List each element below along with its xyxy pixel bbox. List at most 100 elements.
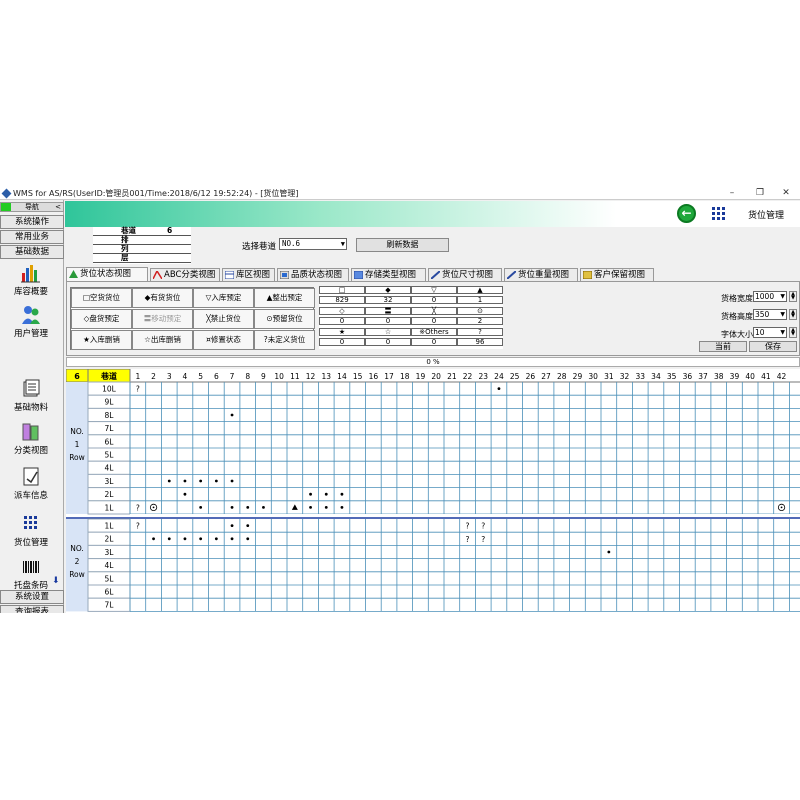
dispatch-icon	[20, 467, 42, 487]
font-size-spinner[interactable]: ▲ ▼	[789, 327, 797, 338]
grid-menu-icon[interactable]	[712, 207, 726, 221]
quality-icon	[279, 270, 290, 280]
grid-column-label: 19	[416, 372, 426, 381]
grid-level-label: 4L	[105, 561, 115, 570]
tab-customer-reserve[interactable]: 客户保留视图	[580, 268, 654, 281]
grid-level-label: 3L	[105, 548, 115, 557]
grid-level-label: 1L	[105, 503, 115, 512]
nav-header: 导航 <	[0, 202, 64, 212]
count-symbol: ★	[319, 328, 365, 336]
grid-column-label: 12	[306, 372, 316, 381]
lane-select-value: NO.6	[282, 239, 301, 248]
close-button[interactable]: ✕	[772, 187, 800, 200]
count-value: 0	[365, 317, 411, 325]
cell-height-select[interactable]: 350 ▼	[753, 309, 787, 320]
location-mark-occupied	[199, 506, 203, 509]
tab-weight[interactable]: 货位重量视图	[504, 268, 578, 281]
nav-collapse-button[interactable]: <	[55, 203, 61, 212]
cell-width-label: 货格宽度	[721, 294, 753, 303]
count-symbol: ☆	[365, 328, 411, 336]
grid-column-label: 36	[683, 372, 693, 381]
grid-level-label: 9L	[105, 398, 115, 407]
grid-column-label: 7	[230, 372, 235, 381]
location-mark-undefined: ?	[136, 503, 140, 512]
lane-select-label: 选择巷道	[242, 242, 277, 252]
count-value: 32	[365, 296, 411, 304]
refresh-button[interactable]: 刷新数据	[356, 238, 449, 252]
count-symbol: ※Others	[411, 328, 457, 336]
location-mark-occupied	[183, 537, 187, 541]
legend-undefined: ?未定义货位	[254, 330, 315, 350]
nav-scroll-down-icon[interactable]: ⬇	[52, 576, 60, 586]
location-mark-outbound	[291, 504, 298, 510]
recycle-icon	[69, 270, 78, 278]
barcode-icon	[20, 557, 42, 577]
nav-system-ops[interactable]: 系统操作	[0, 215, 64, 229]
tab-storage-type[interactable]: 存储类型视图	[351, 268, 426, 281]
info-row: 排	[93, 236, 191, 245]
location-mark-occupied	[230, 413, 234, 417]
back-arrow-icon[interactable]: ←	[677, 204, 696, 223]
count-symbol: □	[319, 286, 365, 294]
location-mark-occupied	[183, 479, 187, 483]
save-button[interactable]: 保存	[749, 341, 797, 352]
sidebar-item-users[interactable]: 用户管理	[8, 305, 54, 339]
sidebar-item-capacity[interactable]: 库容概要	[8, 263, 54, 297]
tab-quality[interactable]: 品质状态视图	[277, 268, 349, 281]
tab-size[interactable]: 货位尺寸视图	[428, 268, 502, 281]
grid-level-label: 10L	[102, 385, 117, 394]
lane-select[interactable]: NO.6 ▼	[279, 238, 347, 250]
grid-column-label: 22	[463, 372, 473, 381]
grid-level-label: 3L	[105, 477, 115, 486]
current-button[interactable]: 当前	[699, 341, 747, 352]
nav-system-settings[interactable]: 系统设置	[0, 590, 64, 604]
nav-base-data[interactable]: 基础数据	[0, 245, 64, 259]
count-value: 0	[411, 317, 457, 325]
info-row: 巷道 6	[93, 227, 191, 236]
grid-column-label: 31	[604, 372, 614, 381]
weight-icon	[506, 270, 517, 280]
location-mark-occupied	[262, 506, 265, 509]
sidebar-item-dispatch[interactable]: 派车信息	[8, 467, 54, 501]
location-mark-occupied	[246, 537, 250, 541]
grid-column-label: 1	[135, 372, 140, 381]
materials-icon	[20, 379, 42, 399]
legend-reset-status: ¤修置状态	[193, 330, 254, 350]
tab-location-status[interactable]: 货位状态视图	[66, 267, 148, 281]
grid-level-label: 5L	[105, 574, 115, 583]
count-value: 0	[365, 338, 411, 346]
nav-common-business[interactable]: 常用业务	[0, 230, 64, 244]
location-mark-undefined: ?	[136, 522, 140, 531]
location-grid-svg: 6 巷道 1 2 3 4 5 6 7 8 9 10 11 12 13 14 15 16 17 18 19 20 21 22 23…	[66, 369, 800, 612]
cell-height-spinner[interactable]: ▲ ▼	[789, 309, 797, 320]
title-bar: WMS for AS/RS(UserID:管理员001/Time:2018/6/…	[0, 187, 800, 200]
location-mark-occupied	[340, 492, 344, 496]
view-tabs: 货位状态视图 ABC分类视图 库区视图 品质状态视图 存储类型视图 货位尺寸视图…	[66, 267, 800, 281]
tab-abc[interactable]: ABC分类视图	[150, 268, 220, 281]
location-mark-undefined: ?	[481, 535, 485, 544]
sidebar-item-category[interactable]: 分类视图	[8, 422, 54, 456]
nav-query-reports[interactable]: 查询报表	[0, 605, 64, 613]
grid-row-group-label: 1	[75, 440, 80, 449]
info-key: 列	[121, 244, 129, 253]
tab-zone[interactable]: 库区视图	[222, 268, 275, 281]
nav-status-indicator	[1, 203, 11, 211]
maximize-button[interactable]: ❐	[746, 187, 774, 200]
chevron-down-icon: ▼	[780, 311, 785, 318]
location-grid[interactable]: 6 巷道 1 2 3 4 5 6 7 8 9 10 11 12 13 14 15 16 17 18 19 20 21 22 23…	[66, 369, 800, 613]
sidebar-item-barcode[interactable]: 托盘条码	[8, 557, 54, 591]
cell-width-spinner[interactable]: ▲ ▼	[789, 291, 797, 302]
grid-column-label: 3	[167, 372, 172, 381]
location-mark-occupied	[309, 492, 312, 496]
grid-column-label: 15	[353, 372, 363, 381]
font-size-select[interactable]: 10 ▼	[753, 327, 787, 338]
minimize-button[interactable]: –	[718, 187, 746, 200]
grid-level-label: 7L	[105, 601, 115, 610]
cell-width-select[interactable]: 1000 ▼	[753, 291, 787, 302]
grid-level-label: 1L	[105, 522, 115, 531]
count-value: 0	[319, 338, 365, 346]
location-mark-occupied	[230, 506, 234, 509]
sidebar-item-location[interactable]: 货位管理	[8, 514, 54, 548]
grid-column-label: 6	[214, 372, 219, 381]
sidebar-item-materials[interactable]: 基础物料	[8, 379, 54, 413]
